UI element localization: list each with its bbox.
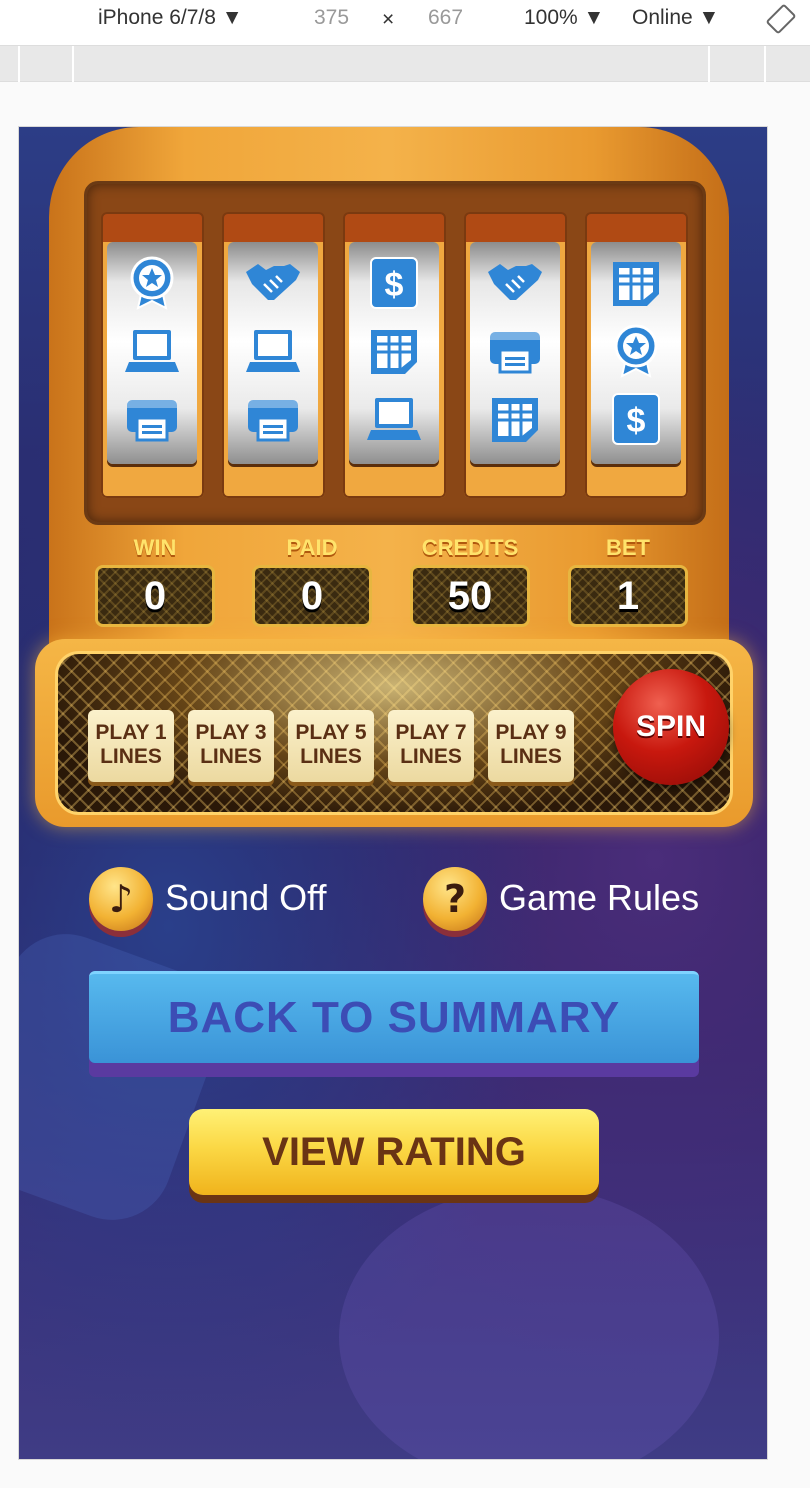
device-select[interactable]: iPhone 6/7/8 ▼ <box>98 6 243 30</box>
svg-text:$: $ <box>385 266 404 304</box>
ruler-segment <box>72 46 74 82</box>
line-button-label: PLAY 3 <box>195 721 267 744</box>
reel-window: $ $ <box>84 181 706 525</box>
height-input[interactable]: 667 <box>428 6 463 30</box>
line-button-label: LINES <box>300 745 362 768</box>
reel-strip: $ <box>349 242 439 464</box>
game-rules-label: Game Rules <box>499 877 700 918</box>
svg-text:$: $ <box>627 402 646 440</box>
width-input[interactable]: 375 <box>314 6 349 30</box>
laptop-icon <box>365 390 423 448</box>
line-button-label: PLAY 5 <box>295 721 367 744</box>
play-3-lines-button[interactable]: PLAY 3 LINES <box>188 710 274 782</box>
paid-label: PAID <box>286 535 338 560</box>
spin-button[interactable]: SPIN <box>613 669 729 785</box>
spreadsheet-icon <box>486 390 544 448</box>
dollar-icon: $ <box>365 254 423 312</box>
bet-stat: BET 1 <box>568 535 688 627</box>
line-button-label: PLAY 9 <box>495 721 567 744</box>
view-rating-button[interactable]: VIEW RATING <box>189 1109 599 1195</box>
line-button-label: LINES <box>200 745 262 768</box>
badge-icon <box>123 254 181 312</box>
printer-icon <box>123 390 181 448</box>
line-button-label: PLAY 7 <box>395 721 467 744</box>
question-mark-icon: ? <box>423 867 487 931</box>
background-shape <box>339 1187 719 1459</box>
handshake-icon <box>244 254 302 312</box>
reel-1 <box>101 212 204 498</box>
credits-label: CREDITS <box>421 535 519 560</box>
dollar-icon: $ <box>607 390 665 448</box>
devtools-toolbar: iPhone 6/7/8 ▼ 375 × 667 100% ▼ Online ▼ <box>0 0 810 46</box>
laptop-icon <box>244 322 302 380</box>
win-value: 0 <box>95 565 215 627</box>
win-stat: WIN 0 <box>95 535 215 627</box>
line-button-label: LINES <box>400 745 462 768</box>
game-viewport: $ $ WIN 0 PAID 0 CREDITS 50 BET 1 PLAY 1L… <box>18 126 768 1460</box>
play-5-lines-button[interactable]: PLAY 5 LINES <box>288 710 374 782</box>
line-button-label: LINES <box>500 745 562 768</box>
reel-strip <box>470 242 560 464</box>
handshake-icon <box>486 254 544 312</box>
media-query-bar <box>0 46 810 82</box>
paid-value: 0 <box>252 565 372 627</box>
play-1-lines-button[interactable]: PLAY 1 LINES <box>88 710 174 782</box>
back-to-summary-button[interactable]: BACK TO SUMMARY <box>89 971 699 1063</box>
play-7-lines-button[interactable]: PLAY 7 LINES <box>388 710 474 782</box>
reel-4 <box>464 212 567 498</box>
ruler-segment <box>764 46 766 82</box>
printer-icon <box>244 390 302 448</box>
bet-value: 1 <box>568 565 688 627</box>
paid-stat: PAID 0 <box>252 535 372 627</box>
reel-strip: $ <box>591 242 681 464</box>
zoom-select[interactable]: 100% ▼ <box>524 6 604 30</box>
printer-icon <box>486 322 544 380</box>
line-button-label: LINES <box>100 745 162 768</box>
rotate-icon[interactable] <box>766 4 796 40</box>
ruler-segment <box>18 46 20 82</box>
win-label: WIN <box>133 535 177 560</box>
network-label: Online <box>632 6 693 29</box>
badge-icon <box>607 322 665 380</box>
sound-label: Sound Off <box>165 877 327 918</box>
ruler-segment <box>708 46 710 82</box>
line-button-label: PLAY 1 <box>95 721 167 744</box>
zoom-label: 100% <box>524 6 578 29</box>
control-panel: PLAY 1 LINES PLAY 3 LINES PLAY 5 LINES PLAY… <box>35 639 753 827</box>
network-select[interactable]: Online ▼ <box>632 6 719 30</box>
device-label: iPhone 6/7/8 <box>98 6 216 29</box>
reel-strip <box>107 242 197 464</box>
dimension-separator: × <box>382 8 395 31</box>
credits-stat: CREDITS 50 <box>410 535 530 627</box>
play-9-lines-button[interactable]: PLAY 9 LINES <box>488 710 574 782</box>
music-note-icon: ♪ <box>89 867 153 931</box>
credits-value: 50 <box>410 565 530 627</box>
spreadsheet-icon <box>607 254 665 312</box>
reel-2 <box>222 212 325 498</box>
spreadsheet-icon <box>365 322 423 380</box>
reel-strip <box>228 242 318 464</box>
reel-5: $ <box>585 212 688 498</box>
reel-3: $ <box>343 212 446 498</box>
laptop-icon <box>123 322 181 380</box>
bet-label: BET <box>606 535 650 560</box>
